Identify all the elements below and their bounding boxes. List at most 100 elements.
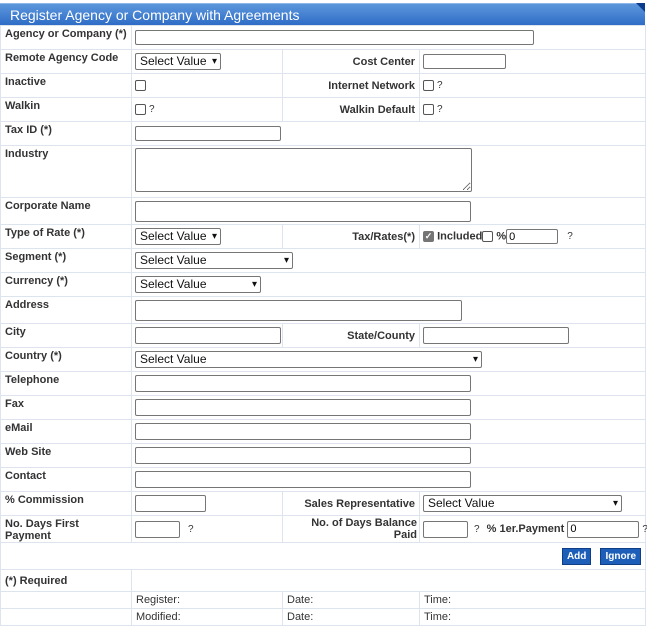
percent-label: %: [496, 230, 507, 243]
help-icon[interactable]: ?: [642, 524, 647, 535]
email-input[interactable]: [135, 423, 471, 440]
help-icon[interactable]: ?: [567, 231, 573, 242]
agency-form: Agency or Company (*) Remote Agency Code…: [0, 25, 647, 626]
walkin-label: Walkin: [0, 97, 132, 122]
internet-network-checkbox[interactable]: [423, 80, 434, 92]
state-label: State/County: [282, 323, 420, 348]
help-icon[interactable]: ?: [188, 524, 194, 535]
help-icon[interactable]: ?: [149, 104, 155, 115]
address-label: Address: [0, 296, 132, 324]
inactive-label: Inactive: [0, 73, 132, 98]
agency-input[interactable]: [135, 30, 534, 45]
country-label: Country (*): [0, 347, 132, 372]
row-tax-id: Tax ID (*): [0, 121, 647, 146]
row-fax: Fax: [0, 395, 647, 420]
first-payment-pct-input[interactable]: [567, 520, 640, 538]
type-of-rate-select[interactable]: Select Value ▾: [135, 228, 221, 245]
row-email: eMail: [0, 419, 647, 444]
cost-center-input[interactable]: [423, 54, 506, 69]
corporate-name-label: Corporate Name: [0, 197, 132, 225]
included-label: Included: [437, 230, 483, 243]
register-date-label: Date:: [282, 591, 420, 609]
row-commission: % Commission Sales Representative Select…: [0, 491, 647, 516]
walkin-checkbox[interactable]: [135, 104, 146, 116]
website-input[interactable]: [135, 447, 471, 464]
row-remote-code: Remote Agency Code Select Value ▾ Cost Ce…: [0, 49, 647, 74]
tax-id-input[interactable]: [135, 126, 281, 141]
row-segment: Segment (*) Select Value ▾: [0, 248, 647, 273]
included-checkbox[interactable]: ✓: [423, 231, 434, 243]
percent-checkbox[interactable]: [482, 231, 494, 243]
register-time-label: Time:: [418, 591, 647, 609]
row-inactive: Inactive Internet Network ?: [0, 73, 647, 98]
address-input[interactable]: [135, 299, 462, 321]
sales-rep-select[interactable]: Select Value ▾: [423, 495, 622, 512]
chevron-down-icon: ▾: [612, 498, 618, 509]
register-agency-panel: Register Agency or Company with Agreemen…: [0, 0, 647, 626]
commission-label: % Commission: [0, 491, 132, 516]
days-first-payment-label: No. Days First Payment: [0, 515, 132, 543]
row-city: City State/County: [0, 323, 647, 348]
register-label: Register:: [131, 591, 283, 609]
row-currency: Currency (*) Select Value ▾: [0, 272, 647, 297]
sales-rep-label: Sales Representative: [282, 491, 420, 516]
state-input[interactable]: [423, 327, 569, 344]
walkin-default-label: Walkin Default: [282, 97, 420, 122]
required-note: (*) Required: [0, 569, 132, 592]
agency-label: Agency or Company (*): [0, 25, 132, 50]
website-label: Web Site: [0, 443, 132, 468]
panel-title: Register Agency or Company with Agreemen…: [0, 3, 645, 25]
row-type-of-rate: Type of Rate (*) Select Value ▾ Tax/Rates…: [0, 224, 647, 249]
chevron-down-icon: ▾: [251, 279, 257, 290]
row-country: Country (*) Select Value ▾: [0, 347, 647, 372]
modified-date-label: Date:: [282, 608, 420, 626]
chevron-down-icon: ▾: [211, 56, 217, 67]
inactive-checkbox[interactable]: [135, 80, 146, 92]
first-payment-pct-label: % 1er.Payment: [486, 523, 565, 535]
industry-label: Industry: [0, 145, 132, 198]
chevron-down-icon: ▾: [211, 231, 217, 242]
ignore-button[interactable]: Ignore: [600, 547, 642, 565]
add-button[interactable]: Add: [561, 547, 592, 565]
collapse-corner-icon[interactable]: [636, 3, 645, 12]
help-icon[interactable]: ?: [437, 104, 443, 115]
corporate-name-input[interactable]: [135, 200, 471, 222]
tax-rate-input[interactable]: [506, 229, 559, 244]
row-corporate-name: Corporate Name: [0, 197, 647, 225]
remote-code-select[interactable]: Select Value ▾: [135, 53, 221, 70]
modified-time-label: Time:: [418, 608, 647, 626]
days-balance-paid-input[interactable]: [423, 520, 468, 538]
row-walkin: Walkin ? Walkin Default ?: [0, 97, 647, 122]
help-icon[interactable]: ?: [474, 524, 480, 535]
commission-input[interactable]: [135, 495, 206, 512]
segment-select[interactable]: Select Value ▾: [135, 252, 293, 269]
tax-rates-label: Tax/Rates(*): [282, 224, 420, 249]
city-input[interactable]: [135, 327, 281, 344]
row-register-meta: Register: Date: Time:: [0, 591, 647, 609]
telephone-label: Telephone: [0, 371, 132, 396]
contact-label: Contact: [0, 467, 132, 492]
email-label: eMail: [0, 419, 132, 444]
industry-textarea[interactable]: [135, 148, 472, 192]
row-modified-meta: Modified: Date: Time:: [0, 608, 647, 626]
tax-id-label: Tax ID (*): [0, 121, 132, 146]
chevron-down-icon: ▾: [472, 354, 478, 365]
row-website: Web Site: [0, 443, 647, 468]
walkin-default-checkbox[interactable]: [423, 104, 434, 116]
country-select[interactable]: Select Value ▾: [135, 351, 482, 368]
days-balance-paid-label: No. of Days Balance Paid: [282, 515, 420, 543]
row-telephone: Telephone: [0, 371, 647, 396]
row-required-note: (*) Required: [0, 569, 647, 592]
days-first-payment-input[interactable]: [135, 520, 180, 538]
type-of-rate-label: Type of Rate (*): [0, 224, 132, 249]
fax-label: Fax: [0, 395, 132, 420]
internet-network-label: Internet Network: [282, 73, 420, 98]
city-label: City: [0, 323, 132, 348]
help-icon[interactable]: ?: [437, 80, 443, 91]
contact-input[interactable]: [135, 471, 471, 488]
row-industry: Industry: [0, 145, 647, 198]
chevron-down-icon: ▾: [283, 255, 289, 266]
telephone-input[interactable]: [135, 375, 471, 392]
currency-select[interactable]: Select Value ▾: [135, 276, 261, 293]
fax-input[interactable]: [135, 399, 471, 416]
